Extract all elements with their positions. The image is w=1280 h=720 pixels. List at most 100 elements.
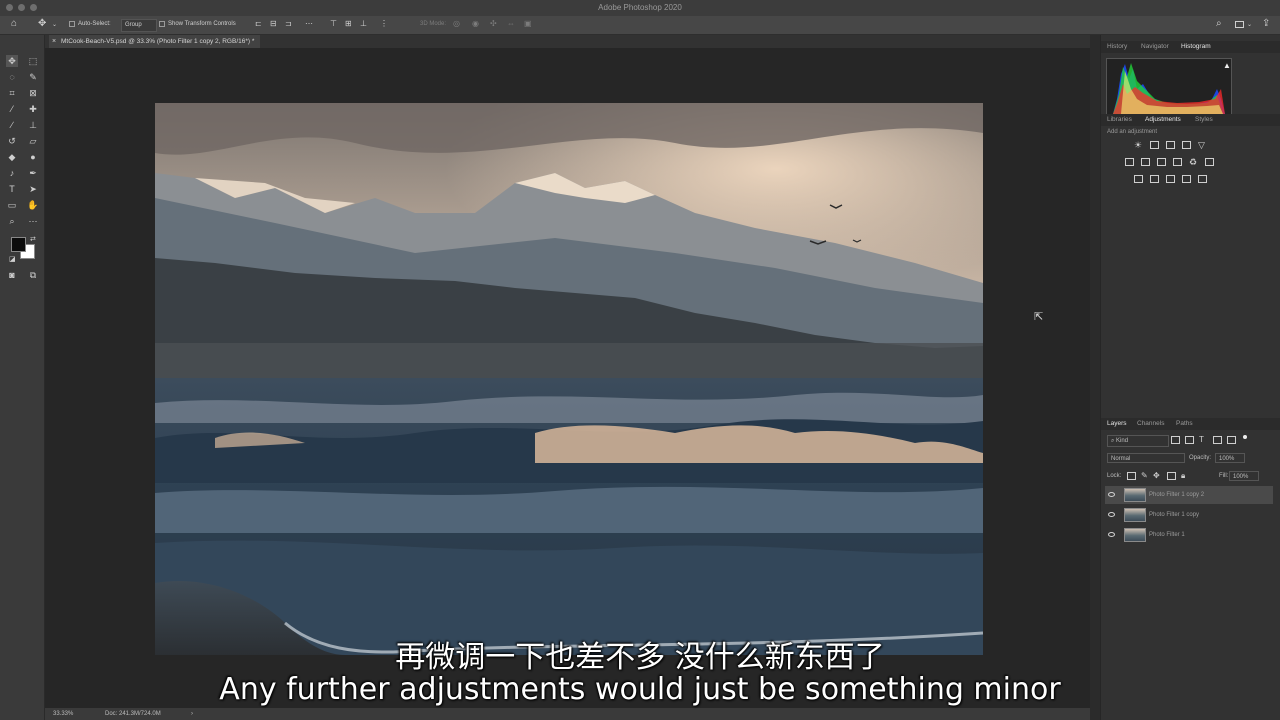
vibrance-icon[interactable]: ▽	[1198, 140, 1205, 150]
path-selection-tool-icon[interactable]: ➤	[27, 183, 39, 195]
tab-history[interactable]: History	[1107, 43, 1127, 50]
channel-mixer-icon[interactable]: ♻	[1189, 157, 1197, 167]
crop-tool-icon[interactable]: ⌗	[6, 87, 18, 99]
quick-select-tool-icon[interactable]: ✎	[27, 71, 39, 83]
pen-tool-icon[interactable]: ✒	[27, 167, 39, 179]
tab-histogram[interactable]: Histogram	[1181, 43, 1211, 50]
color-lookup-icon[interactable]	[1205, 158, 1214, 166]
search-icon[interactable]: ⌕	[1216, 19, 1222, 29]
orbit-3d-icon[interactable]: ◎	[453, 19, 460, 29]
distribute-icon[interactable]: ⋯	[305, 19, 313, 29]
zoom-level[interactable]: 33.33%	[53, 708, 73, 720]
tab-styles[interactable]: Styles	[1195, 116, 1213, 123]
eraser-tool-icon[interactable]: ▱	[27, 135, 39, 147]
scale-3d-icon[interactable]: ▣	[524, 19, 532, 29]
swap-colors-icon[interactable]: ⇄	[30, 235, 36, 245]
slide-3d-icon[interactable]: ⇔	[507, 19, 515, 29]
roll-3d-icon[interactable]: ◉	[472, 19, 479, 29]
align-center-icon[interactable]: ⊟	[270, 19, 277, 29]
type-tool-icon[interactable]: T	[6, 183, 18, 195]
exposure-icon[interactable]	[1182, 141, 1191, 149]
visibility-eye-icon[interactable]	[1108, 492, 1115, 497]
history-brush-tool-icon[interactable]: ↺	[6, 135, 18, 147]
lock-image-icon[interactable]: ✎	[1141, 471, 1148, 481]
filter-smart-object-icon[interactable]	[1227, 436, 1236, 444]
layer-row[interactable]: Photo Filter 1 copy 2	[1105, 486, 1273, 504]
threshold-icon[interactable]	[1166, 175, 1175, 183]
brush-tool-icon[interactable]: ∕	[6, 119, 18, 131]
dodge-tool-icon[interactable]: ♪	[6, 167, 18, 179]
filter-pixel-icon[interactable]	[1171, 436, 1180, 444]
brightness-contrast-icon[interactable]: ☀	[1134, 140, 1142, 150]
hue-saturation-icon[interactable]	[1125, 158, 1134, 166]
visibility-eye-icon[interactable]	[1108, 532, 1115, 537]
tab-layers[interactable]: Layers	[1107, 420, 1127, 427]
zoom-tool-icon[interactable]: ⌕	[6, 215, 18, 227]
filter-type-icon[interactable]: T	[1199, 435, 1204, 445]
align-right-icon[interactable]: ⊐	[285, 19, 292, 29]
selective-color-icon[interactable]	[1182, 175, 1191, 183]
auto-select-checkbox[interactable]	[69, 21, 75, 27]
share-icon[interactable]: ⇪	[1262, 19, 1270, 29]
align-middle-icon[interactable]: ⊞	[345, 19, 352, 29]
photo-filter-icon[interactable]	[1173, 158, 1182, 166]
show-transform-checkbox[interactable]	[159, 21, 165, 27]
visibility-eye-icon[interactable]	[1108, 512, 1115, 517]
home-icon[interactable]: ⌂	[11, 19, 17, 29]
marquee-tool-icon[interactable]: ⬚	[27, 55, 39, 67]
filter-toggle-icon[interactable]	[1243, 435, 1247, 439]
paint-bucket-tool-icon[interactable]: ◆	[6, 151, 18, 163]
tab-navigator[interactable]: Navigator	[1141, 43, 1169, 50]
layer-row[interactable]: Photo Filter 1	[1105, 526, 1273, 544]
opacity-input[interactable]: 100%	[1215, 453, 1245, 463]
healing-brush-tool-icon[interactable]: ✚	[27, 103, 39, 115]
lock-transparent-icon[interactable]	[1127, 472, 1136, 480]
tab-libraries[interactable]: Libraries	[1107, 116, 1132, 123]
layer-filter-kind[interactable]: ⌕ Kind	[1107, 435, 1169, 447]
invert-icon[interactable]	[1134, 175, 1143, 183]
more-tools-icon[interactable]: ⋯	[27, 215, 39, 227]
eyedropper-tool-icon[interactable]: ⁄	[6, 103, 18, 115]
lasso-tool-icon[interactable]: ◌	[6, 71, 18, 83]
chevron-down-icon[interactable]: ⌄	[52, 20, 57, 30]
screen-mode-icon[interactable]: ⧉	[27, 269, 39, 281]
close-tab-icon[interactable]: ×	[52, 35, 56, 48]
default-colors-icon[interactable]: ◪	[9, 255, 16, 265]
posterize-icon[interactable]	[1150, 175, 1159, 183]
status-menu-arrow-icon[interactable]: ›	[191, 708, 193, 720]
curves-icon[interactable]	[1166, 141, 1175, 149]
foreground-color-swatch[interactable]	[11, 237, 26, 252]
fill-input[interactable]: 100%	[1229, 471, 1259, 481]
document-tab[interactable]: × MtCook-Beach-V5.psd @ 33.3% (Photo Fil…	[49, 35, 261, 48]
drag-3d-icon[interactable]: ✣	[490, 19, 497, 29]
quick-mask-icon[interactable]: ◙	[6, 269, 18, 281]
color-balance-icon[interactable]	[1141, 158, 1150, 166]
align-left-icon[interactable]: ⊏	[255, 19, 262, 29]
lock-position-icon[interactable]: ✥	[1153, 471, 1160, 481]
workspace-icon[interactable]	[1235, 21, 1244, 28]
tab-channels[interactable]: Channels	[1137, 420, 1164, 427]
hand-tool-icon[interactable]: ✋	[27, 199, 39, 211]
gradient-map-icon[interactable]	[1198, 175, 1207, 183]
layer-row[interactable]: Photo Filter 1 copy	[1105, 506, 1273, 524]
tab-paths[interactable]: Paths	[1176, 420, 1193, 427]
align-bottom-icon[interactable]: ⊥	[360, 19, 367, 29]
auto-select-dropdown[interactable]: Group	[121, 19, 157, 32]
lock-all-icon[interactable]: 🔒︎	[1181, 471, 1185, 481]
black-white-icon[interactable]	[1157, 158, 1166, 166]
distribute-vertical-icon[interactable]: ⋮	[380, 19, 388, 29]
chevron-down-icon[interactable]: ⌄	[1247, 20, 1252, 30]
rectangle-tool-icon[interactable]: ▭	[6, 199, 18, 211]
align-top-icon[interactable]: ⊤	[330, 19, 337, 29]
clone-stamp-tool-icon[interactable]: ⊥	[27, 119, 39, 131]
filter-shape-icon[interactable]	[1213, 436, 1222, 444]
blend-mode-dropdown[interactable]: Normal	[1107, 453, 1185, 463]
lock-artboard-icon[interactable]	[1167, 472, 1176, 480]
tab-adjustments[interactable]: Adjustments	[1145, 116, 1181, 123]
warning-icon[interactable]: ▲	[1223, 61, 1231, 71]
frame-tool-icon[interactable]: ⊠	[27, 87, 39, 99]
document-image[interactable]	[155, 103, 983, 655]
move-tool-icon[interactable]: ✥	[6, 55, 18, 67]
levels-icon[interactable]	[1150, 141, 1159, 149]
move-tool-icon[interactable]: ✥	[38, 19, 46, 29]
